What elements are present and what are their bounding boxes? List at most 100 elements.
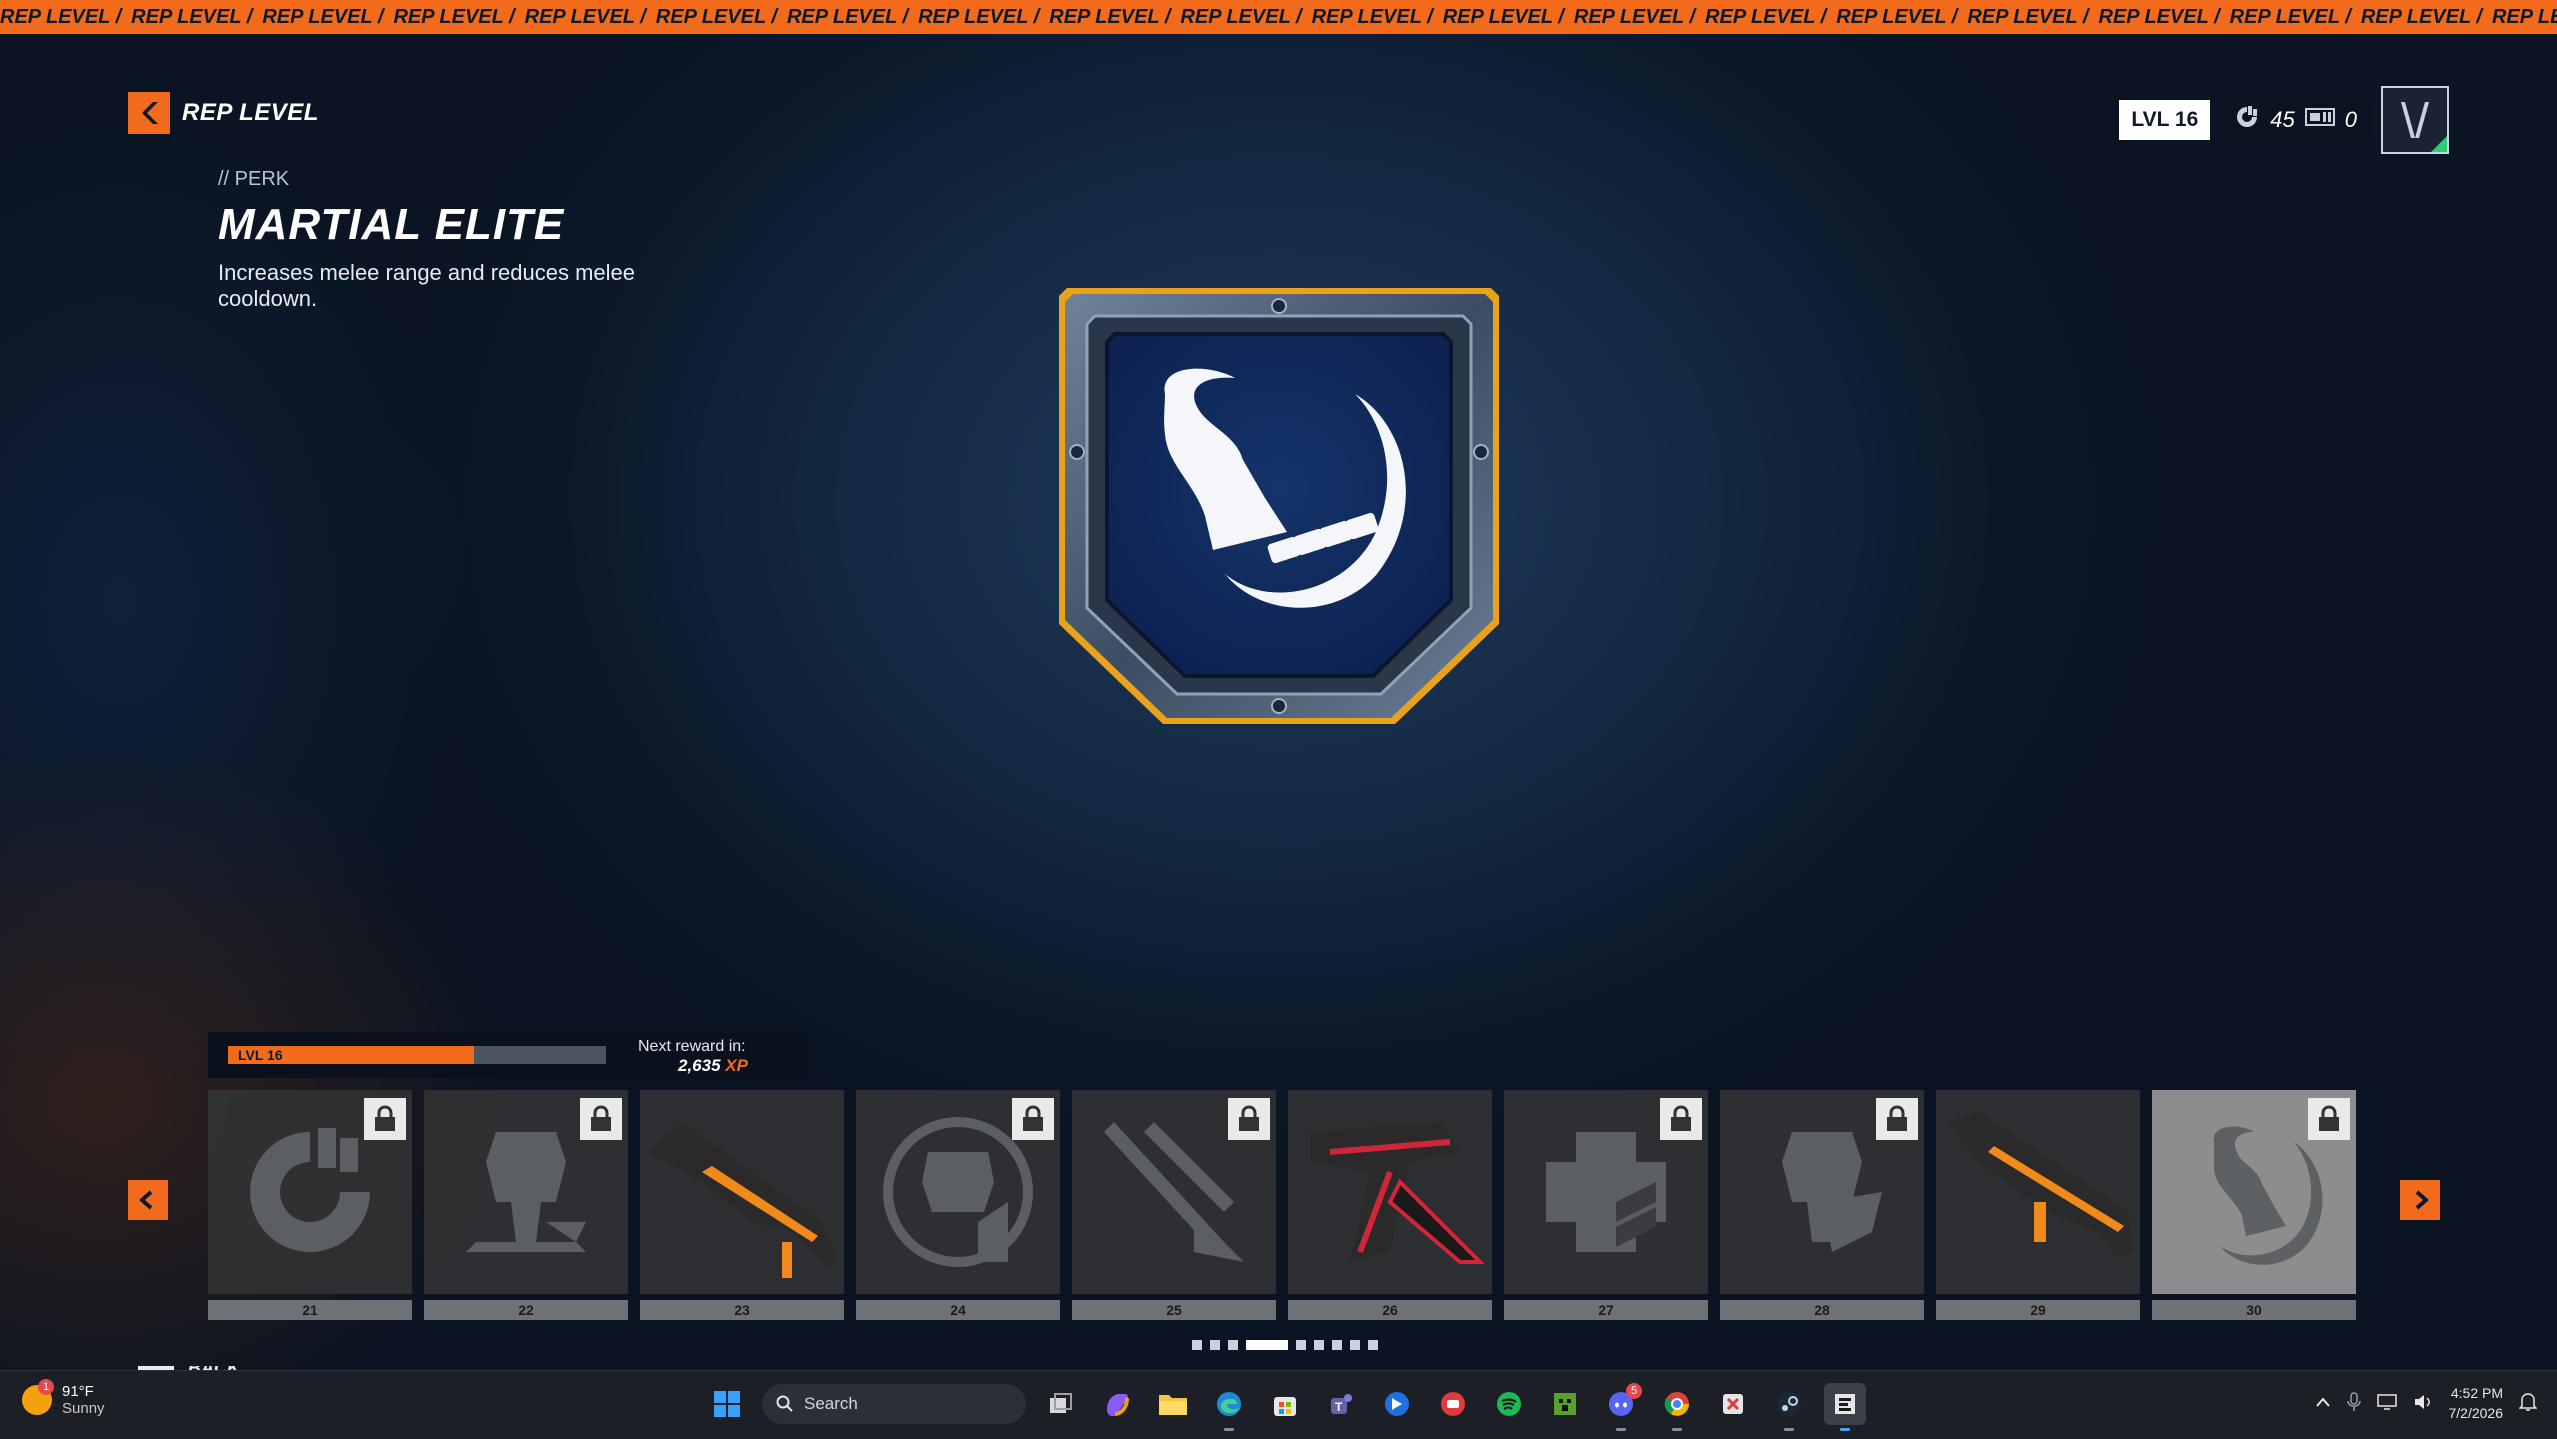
page-dot[interactable] bbox=[1368, 1340, 1378, 1350]
reward-card[interactable]: 22 bbox=[424, 1090, 628, 1320]
ticker-text: REP LEVEL / bbox=[1573, 6, 1696, 28]
perk-tag: // PERK bbox=[218, 168, 290, 190]
online-status-icon bbox=[2431, 136, 2447, 152]
clock-date: 7/2/2026 bbox=[2448, 1405, 2504, 1421]
credits-icon bbox=[2234, 104, 2260, 136]
tray-overflow-icon[interactable] bbox=[2315, 1395, 2331, 1411]
page-dot[interactable] bbox=[1210, 1340, 1220, 1350]
chrome-icon[interactable] bbox=[1656, 1383, 1698, 1431]
reward-card[interactable]: 26 bbox=[1288, 1090, 1492, 1320]
app-red-icon[interactable] bbox=[1432, 1383, 1474, 1425]
ticker-text: REP LEVEL / bbox=[655, 6, 777, 28]
sun-icon: 1 bbox=[22, 1379, 54, 1415]
reward-level-label: 30 bbox=[2152, 1300, 2356, 1320]
ticker-text: REP LEVEL / bbox=[393, 6, 515, 28]
svg-text:T: T bbox=[1335, 1400, 1343, 1414]
volume-icon[interactable] bbox=[2413, 1393, 2433, 1414]
ticker-text: REP LEVEL / bbox=[1836, 6, 1958, 28]
weather-alert-badge: 1 bbox=[38, 1379, 54, 1395]
reward-image bbox=[640, 1090, 844, 1294]
reward-level-label: 22 bbox=[424, 1300, 628, 1320]
player-hud: LVL 16 45 0 bbox=[2119, 86, 2449, 154]
reward-image bbox=[1288, 1090, 1492, 1294]
next-page-button[interactable] bbox=[2400, 1180, 2440, 1220]
page-dot[interactable] bbox=[1228, 1340, 1238, 1350]
ticker-text: REP LEVEL / bbox=[2229, 6, 2351, 28]
ticker-text: REP LEVEL / bbox=[1180, 6, 1302, 28]
ticker-text: REP LEVEL / bbox=[2098, 6, 2220, 28]
lock-icon bbox=[364, 1098, 406, 1140]
page-dot[interactable] bbox=[1296, 1340, 1306, 1350]
reward-image bbox=[2152, 1090, 2356, 1294]
start-button[interactable] bbox=[706, 1383, 748, 1425]
lock-icon bbox=[1660, 1098, 1702, 1140]
weather-widget[interactable]: 1 91°F Sunny bbox=[22, 1379, 105, 1417]
reward-card[interactable]: 28 bbox=[1720, 1090, 1924, 1320]
ticker-text: REP LEVEL / bbox=[1967, 6, 2089, 28]
reward-card[interactable]: 21 bbox=[208, 1090, 412, 1320]
weather-temp: 91°F bbox=[62, 1383, 94, 1400]
progress-level-label: LVL 16 bbox=[238, 1047, 283, 1063]
reward-level-label: 23 bbox=[640, 1300, 844, 1320]
next-reward-xp: 2,635 XP bbox=[678, 1056, 748, 1076]
game-bar-icon[interactable] bbox=[1376, 1383, 1418, 1425]
rifle-skin bbox=[648, 1122, 838, 1278]
perk-description: Increases melee range and reduces melee … bbox=[218, 260, 636, 311]
microphone-icon[interactable] bbox=[2346, 1391, 2361, 1415]
discord-icon[interactable]: 5 bbox=[1600, 1383, 1642, 1431]
reward-card[interactable]: 29 bbox=[1936, 1090, 2140, 1320]
ticker-text: REP LEVEL / bbox=[1705, 6, 1827, 28]
reward-card[interactable]: 25 bbox=[1072, 1090, 1276, 1320]
rep-progress: LVL 16 Next reward in: 2,635 XP bbox=[208, 1032, 808, 1078]
smg-skin bbox=[1948, 1112, 2134, 1258]
tickets-value: 0 bbox=[2344, 107, 2357, 132]
reward-level-label: 24 bbox=[856, 1300, 1060, 1320]
xp-unit: XP bbox=[725, 1056, 748, 1075]
next-xp-value: 2,635 bbox=[678, 1056, 721, 1075]
snipping-tool-icon[interactable] bbox=[1712, 1383, 1754, 1425]
notification-bell-icon[interactable] bbox=[2518, 1392, 2538, 1415]
reward-card[interactable]: 27 bbox=[1504, 1090, 1708, 1320]
discord-badge: 5 bbox=[1626, 1383, 1642, 1399]
the-finals-icon[interactable] bbox=[1824, 1383, 1866, 1431]
ticker-text: REP LEVEL / bbox=[2491, 6, 2557, 28]
rep-logo-icon bbox=[128, 92, 170, 134]
ticker-text: REP LEVEL / bbox=[918, 6, 1040, 28]
page-dot[interactable] bbox=[1350, 1340, 1360, 1350]
page-title: REP LEVEL bbox=[182, 99, 319, 126]
lock-icon bbox=[2308, 1098, 2350, 1140]
reward-image bbox=[1720, 1090, 1924, 1294]
page-dot[interactable] bbox=[1332, 1340, 1342, 1350]
ticker-text: REP LEVEL / bbox=[1049, 6, 1171, 28]
copilot-icon[interactable] bbox=[1096, 1383, 1138, 1425]
lock-icon bbox=[580, 1098, 622, 1140]
perk-name: MARTIAL ELITE bbox=[218, 200, 565, 249]
page-dot[interactable] bbox=[1192, 1340, 1202, 1350]
file-explorer-icon[interactable] bbox=[1152, 1383, 1194, 1425]
teams-icon[interactable]: T bbox=[1320, 1383, 1362, 1425]
page-indicator bbox=[1192, 1340, 1378, 1350]
spotify-icon[interactable] bbox=[1488, 1383, 1530, 1425]
page-dot[interactable] bbox=[1246, 1340, 1288, 1350]
taskbar-search[interactable]: Search bbox=[762, 1384, 1026, 1424]
page-dot[interactable] bbox=[1314, 1340, 1324, 1350]
player-avatar[interactable] bbox=[2381, 86, 2449, 154]
prev-page-button[interactable] bbox=[128, 1180, 168, 1220]
reward-card[interactable]: 30 bbox=[2152, 1090, 2356, 1320]
edge-icon[interactable] bbox=[1208, 1383, 1250, 1431]
reward-card[interactable]: 24 bbox=[856, 1090, 1060, 1320]
reward-card[interactable]: 23 bbox=[640, 1090, 844, 1320]
task-view-icon[interactable] bbox=[1040, 1383, 1082, 1425]
store-icon[interactable] bbox=[1264, 1383, 1306, 1425]
reward-image bbox=[1936, 1090, 2140, 1294]
network-icon[interactable] bbox=[2376, 1393, 2397, 1414]
back-button[interactable]: BACK bbox=[138, 1366, 240, 1370]
reward-image bbox=[1504, 1090, 1708, 1294]
credits-value: 45 bbox=[2270, 107, 2295, 132]
ticker-text: REP LEVEL / bbox=[0, 6, 122, 28]
reward-level-label: 27 bbox=[1504, 1300, 1708, 1320]
minecraft-icon[interactable] bbox=[1544, 1383, 1586, 1425]
taskbar-clock[interactable]: 4:52 PM 7/2/2026 bbox=[2449, 1383, 2504, 1423]
steam-icon[interactable] bbox=[1768, 1383, 1810, 1431]
ticker-text: REP LEVEL / bbox=[131, 6, 253, 28]
